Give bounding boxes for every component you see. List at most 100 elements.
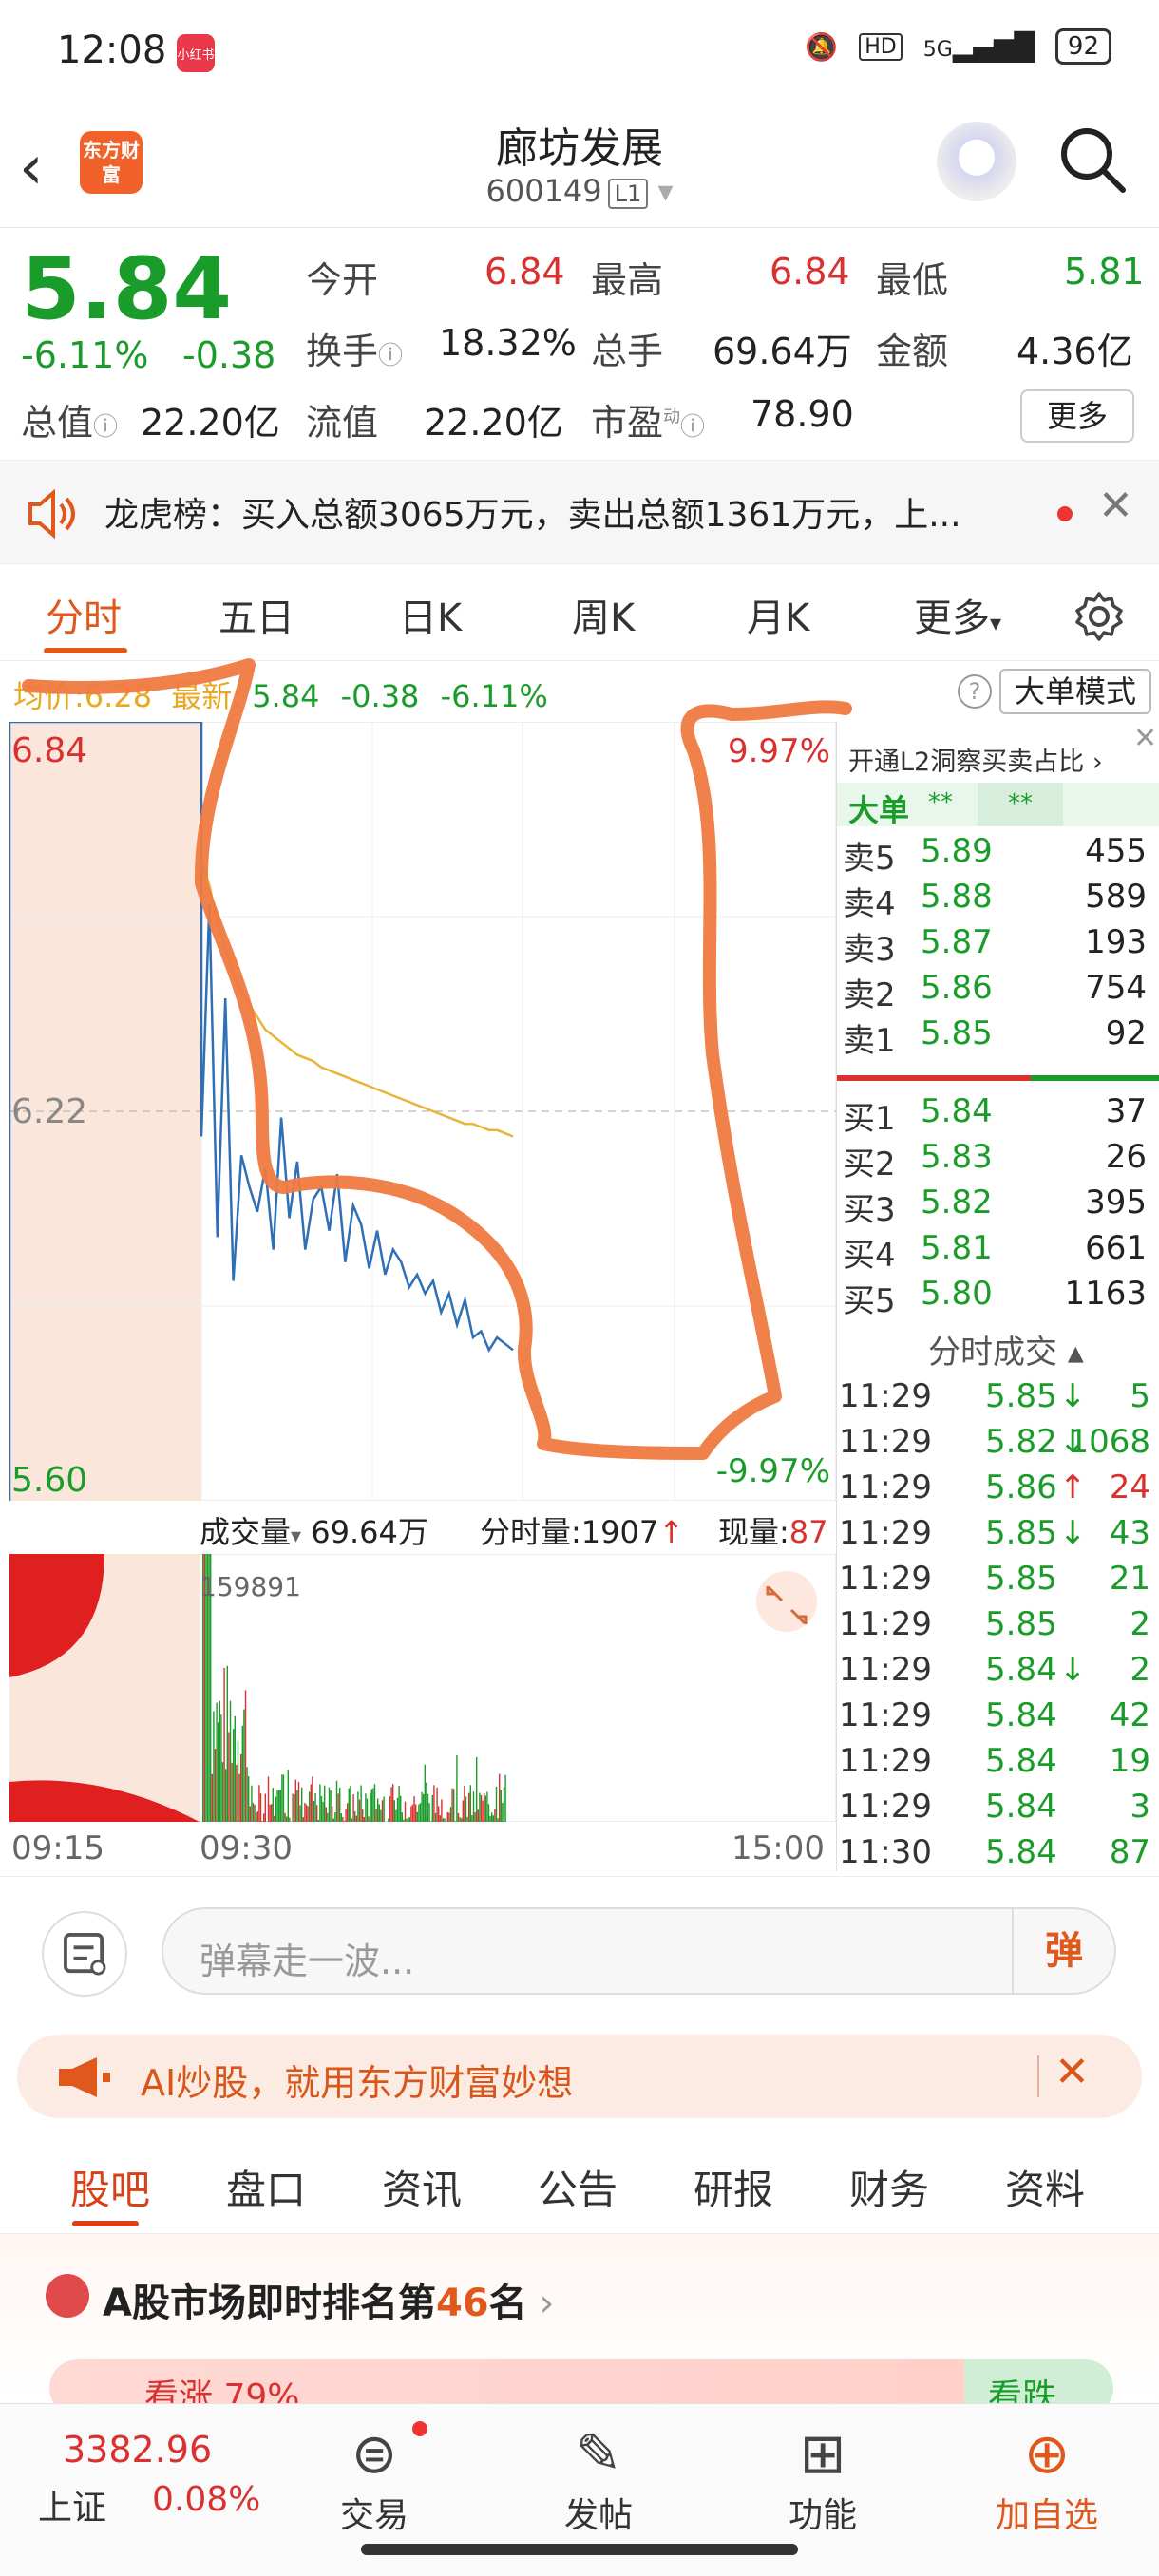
volume-bar bbox=[441, 1799, 443, 1822]
volume-bar bbox=[223, 1667, 225, 1822]
dragon-tiger-banner[interactable]: 龙虎榜：买入总额3065万元，卖出总额1361万元，上... ✕ bbox=[0, 460, 1159, 564]
nav-add-watchlist[interactable]: ⊕ 加自选 bbox=[971, 2404, 1123, 2537]
nav-post[interactable]: ✎ 发帖 bbox=[522, 2404, 674, 2537]
tab-forum[interactable]: 股吧 bbox=[70, 2158, 150, 2216]
tab-news[interactable]: 资讯 bbox=[382, 2158, 462, 2216]
nav-trade[interactable]: ⊜ 交易 bbox=[298, 2404, 450, 2537]
danmaku-send-button[interactable]: 弹 bbox=[1012, 1909, 1114, 1993]
tab-announcements[interactable]: 公告 bbox=[538, 2158, 618, 2216]
volume-bar bbox=[411, 1804, 414, 1822]
bid-row[interactable]: 买2 5.83 26 bbox=[837, 1138, 1159, 1184]
bid-row[interactable]: 买4 5.81 661 bbox=[837, 1229, 1159, 1275]
nav-functions[interactable]: ⊞ 功能 bbox=[747, 2404, 899, 2537]
volume-bar bbox=[436, 1787, 438, 1822]
volume-bar bbox=[246, 1767, 248, 1822]
volume-bar bbox=[256, 1811, 258, 1822]
volume-bar bbox=[482, 1800, 484, 1822]
danmaku-settings-icon[interactable] bbox=[42, 1911, 127, 1997]
ask-row[interactable]: 卖2 5.86 754 bbox=[837, 969, 1159, 1014]
search-icon[interactable] bbox=[1054, 122, 1130, 198]
volume-bar bbox=[370, 1789, 372, 1822]
ai-ad-banner[interactable]: AI炒股，就用东方财富妙想 ✕ bbox=[17, 2035, 1142, 2118]
l2-upsell-link[interactable]: 开通L2洞察买卖占比 › bbox=[848, 741, 1103, 778]
tab-monthly-k[interactable]: 月K bbox=[747, 587, 809, 642]
market-rank-card[interactable]: A股市场即时排名第46名 › 看涨 79% 看跌 bbox=[0, 2234, 1159, 2416]
stock-header: ‹ 东方财富 廊坊发展 600149 L1 ▾ bbox=[0, 104, 1159, 228]
ask-row[interactable]: 卖3 5.87 193 bbox=[837, 923, 1159, 969]
change-value: -0.38 bbox=[182, 334, 276, 376]
volume-bar bbox=[214, 1749, 217, 1822]
tab-research[interactable]: 研报 bbox=[694, 2158, 773, 2216]
app-notification-icon: 小红书 bbox=[177, 34, 215, 72]
shanghai-index[interactable]: 3382.96 上证 0.08% bbox=[0, 2404, 285, 2576]
volume-bar bbox=[352, 1794, 354, 1822]
y-mid-label: 6.22 bbox=[11, 1092, 87, 1131]
trade-row: 11:29 5.82 ↓ 1068 bbox=[837, 1423, 1159, 1468]
ask-row[interactable]: 卖4 5.88 589 bbox=[837, 878, 1159, 923]
tab-weekly-k[interactable]: 周K bbox=[572, 587, 635, 642]
ask-row[interactable]: 卖1 5.85 92 bbox=[837, 1014, 1159, 1060]
volume-peak-label: 159891 bbox=[200, 1571, 301, 1602]
bid-row[interactable]: 买5 5.80 1163 bbox=[837, 1275, 1159, 1320]
volume-bar bbox=[335, 1780, 338, 1822]
close-icon[interactable]: ✕ bbox=[1098, 482, 1133, 530]
bid-row[interactable]: 买3 5.82 395 bbox=[837, 1184, 1159, 1229]
tab-five-day[interactable]: 五日 bbox=[218, 587, 294, 642]
tab-daily-k[interactable]: 日K bbox=[399, 587, 462, 642]
close-l2-icon[interactable]: ✕ bbox=[1133, 722, 1157, 755]
volume-chart[interactable]: 159891 bbox=[10, 1554, 836, 1822]
tab-financials[interactable]: 财务 bbox=[849, 2158, 929, 2216]
volume-label: 总手 bbox=[591, 331, 664, 372]
index-value: 3382.96 bbox=[63, 2429, 213, 2471]
ask-price: 5.85 bbox=[921, 1014, 993, 1052]
ask-row[interactable]: 卖5 5.89 455 bbox=[837, 832, 1159, 878]
trade-row: 11:29 5.85 ↓ 5 bbox=[837, 1377, 1159, 1423]
tab-more[interactable]: 更多▾ bbox=[914, 587, 1001, 642]
bid-row[interactable]: 买1 5.84 37 bbox=[837, 1092, 1159, 1138]
bid-label: 买3 bbox=[843, 1191, 896, 1229]
danmaku-input[interactable]: 弹幕走一波... 弹 bbox=[162, 1907, 1116, 1995]
ask-price: 5.89 bbox=[921, 832, 993, 870]
trade-time: 11:29 bbox=[839, 1377, 932, 1415]
time-end: 15:00 bbox=[732, 1829, 825, 1867]
volume-bar bbox=[289, 1817, 291, 1822]
tab-profile[interactable]: 资料 bbox=[1005, 2158, 1085, 2216]
bid-label: 买5 bbox=[843, 1282, 896, 1320]
current-volume: 现量:87 bbox=[718, 1514, 828, 1550]
volume-bar bbox=[500, 1790, 502, 1822]
volume-bar bbox=[305, 1804, 308, 1822]
volume-bar bbox=[381, 1800, 384, 1822]
trade-volume: 2 bbox=[1130, 1651, 1150, 1689]
volume-bar bbox=[337, 1793, 339, 1822]
volume-bar bbox=[363, 1817, 365, 1822]
danmaku-placeholder: 弹幕走一波... bbox=[200, 1941, 415, 1982]
volume-bar bbox=[261, 1821, 263, 1822]
help-icon[interactable]: ? bbox=[958, 674, 992, 709]
volume-bar bbox=[355, 1815, 357, 1822]
volume-bar bbox=[415, 1804, 417, 1822]
more-button[interactable]: 更多 bbox=[1020, 389, 1134, 443]
trade-volume: 42 bbox=[1109, 1696, 1150, 1734]
big-order-mode-button[interactable]: 大单模式 bbox=[999, 669, 1151, 714]
volume-bar bbox=[343, 1820, 346, 1822]
trades-title[interactable]: 分时成交 ▴ bbox=[928, 1326, 1084, 1373]
settings-gear-icon[interactable] bbox=[1074, 591, 1125, 642]
trade-row: 11:29 5.85 2 bbox=[837, 1605, 1159, 1651]
tab-intraday[interactable]: 分时 bbox=[46, 587, 122, 642]
open-label: 今开 bbox=[306, 259, 379, 301]
volume-bar bbox=[395, 1809, 397, 1822]
add-circle-icon: ⊕ bbox=[1023, 2421, 1071, 2486]
float-label: 流值 bbox=[306, 402, 379, 444]
volume-bar bbox=[484, 1795, 486, 1822]
close-icon[interactable]: ✕ bbox=[1054, 2048, 1090, 2096]
robot-assistant-icon[interactable] bbox=[937, 122, 1016, 201]
trade-row: 11:29 5.84 19 bbox=[837, 1742, 1159, 1788]
ask-price: 5.87 bbox=[921, 923, 993, 961]
volume-selector[interactable]: 成交量▾ 69.64万 bbox=[200, 1508, 428, 1552]
intraday-price-chart[interactable]: 6.84 6.22 5.60 9.97% -9.97% bbox=[10, 722, 836, 1501]
volume-bar bbox=[276, 1790, 278, 1822]
volume-bar bbox=[248, 1775, 250, 1822]
megaphone-icon bbox=[59, 2057, 110, 2097]
volume-bar bbox=[428, 1803, 430, 1822]
tab-orderbook[interactable]: 盘口 bbox=[226, 2158, 306, 2216]
